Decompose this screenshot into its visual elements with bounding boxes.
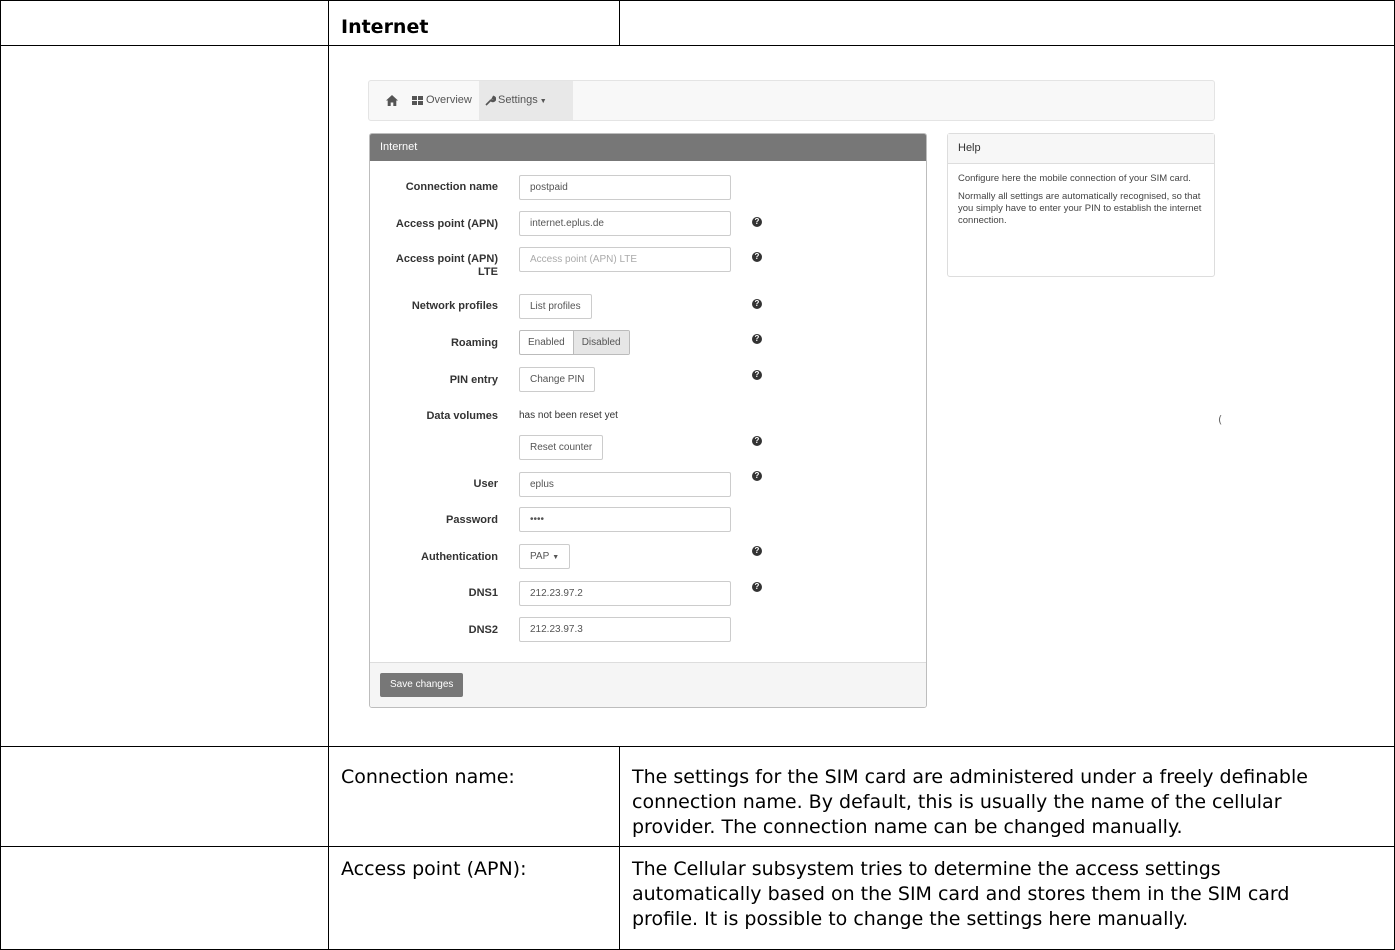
term-access-point: Access point (APN): [341,858,527,880]
help-panel: Help Configure here the mobile connectio… [947,133,1215,277]
table-border-top [0,0,1395,1]
table-row-line-1 [0,45,1395,46]
password-input[interactable]: •••• [519,507,731,532]
label-apn-lte-2: LTE [478,266,498,278]
question-icon[interactable]: ? [752,252,762,262]
table-col-line-2b [619,746,620,950]
label-dns1: DNS1 [468,587,498,599]
question-icon[interactable]: ? [752,546,762,556]
label-apn: Access point (APN) [395,218,498,230]
section-title: Internet [341,16,429,38]
help-text-1: Configure here the mobile connection of … [958,173,1191,184]
label-data-volumes: Data volumes [426,410,498,422]
label-authentication: Authentication [421,551,498,563]
authentication-dropdown[interactable]: PAP ▼ [519,544,571,569]
panel-footer: Save changes [370,662,926,707]
table-row-line-3 [0,846,1395,847]
question-icon[interactable]: ? [752,334,762,344]
nav-overview[interactable]: Overview [412,81,472,120]
label-password: Password [446,514,498,526]
reset-counter-button[interactable]: Reset counter [519,435,604,460]
change-pin-button[interactable]: Change PIN [519,367,596,392]
ui-screenshot: Overview Settings ▼ Internet Connection n… [330,80,1390,740]
caret-down-icon: ▼ [552,554,560,561]
dns1-input[interactable]: 212.23.97.2 [519,581,731,606]
apn-lte-input[interactable]: Access point (APN) LTE [519,247,731,272]
desc-connection-name-3: provider. The connection name can be cha… [632,816,1183,838]
wrench-icon [485,95,497,106]
user-input[interactable]: eplus [519,472,731,497]
apn-input[interactable]: internet.eplus.de [519,211,731,236]
table-border-left [0,0,1,950]
navbar: Overview Settings ▼ [368,80,1215,121]
table-row-line-2 [0,746,1395,747]
desc-connection-name-1: The settings for the SIM card are admini… [632,766,1308,788]
help-text-2: Normally all settings are automatically … [958,191,1202,226]
help-title: Help [948,134,1214,164]
grid-icon [412,95,423,105]
desc-connection-name-2: connection name. By default, this is usu… [632,791,1282,813]
desc-access-point-2: automatically based on the SIM card and … [632,883,1290,905]
nav-settings-label: Settings [498,94,538,106]
label-pin-entry: PIN entry [449,374,498,386]
label-roaming: Roaming [450,337,498,349]
label-apn-lte-1: Access point (APN) [395,253,498,265]
caret-down-icon: ▼ [539,98,547,105]
question-icon[interactable]: ? [752,582,762,592]
list-profiles-button[interactable]: List profiles [519,294,592,319]
internet-panel: Internet Connection name postpaid Access… [369,133,927,708]
save-changes-button[interactable]: Save changes [380,673,464,697]
table-col-line-2a [619,0,620,46]
question-icon[interactable]: ? [752,299,762,309]
label-network-profiles: Network profiles [411,300,498,312]
term-connection-name: Connection name: [341,766,515,788]
question-icon[interactable]: ? [752,436,762,446]
question-icon[interactable]: ? [752,370,762,380]
question-icon[interactable]: ? [752,471,762,481]
question-icon[interactable]: ? [752,217,762,227]
data-volumes-status: has not been reset yet [519,410,618,421]
connection-name-input[interactable]: postpaid [519,175,731,200]
desc-access-point-1: The Cellular subsystem tries to determin… [632,858,1221,880]
desc-access-point-3: profile. It is possible to change the se… [632,908,1189,930]
roaming-disabled-option[interactable]: Disabled [572,331,629,354]
label-dns2: DNS2 [468,624,498,636]
nav-settings[interactable]: Settings ▼ [479,81,573,120]
nav-overview-label: Overview [426,94,472,106]
label-user: User [473,478,498,490]
roaming-enabled-option[interactable]: Enabled [520,331,573,354]
nav-home[interactable] [381,81,403,120]
home-icon [386,94,398,106]
label-connection-name: Connection name [405,181,498,193]
table-col-line-1 [328,0,329,950]
roaming-toggle: Enabled Disabled [519,330,630,355]
authentication-value: PAP [530,551,550,562]
panel-title: Internet [370,134,926,161]
dns2-input[interactable]: 212.23.97.3 [519,617,731,642]
